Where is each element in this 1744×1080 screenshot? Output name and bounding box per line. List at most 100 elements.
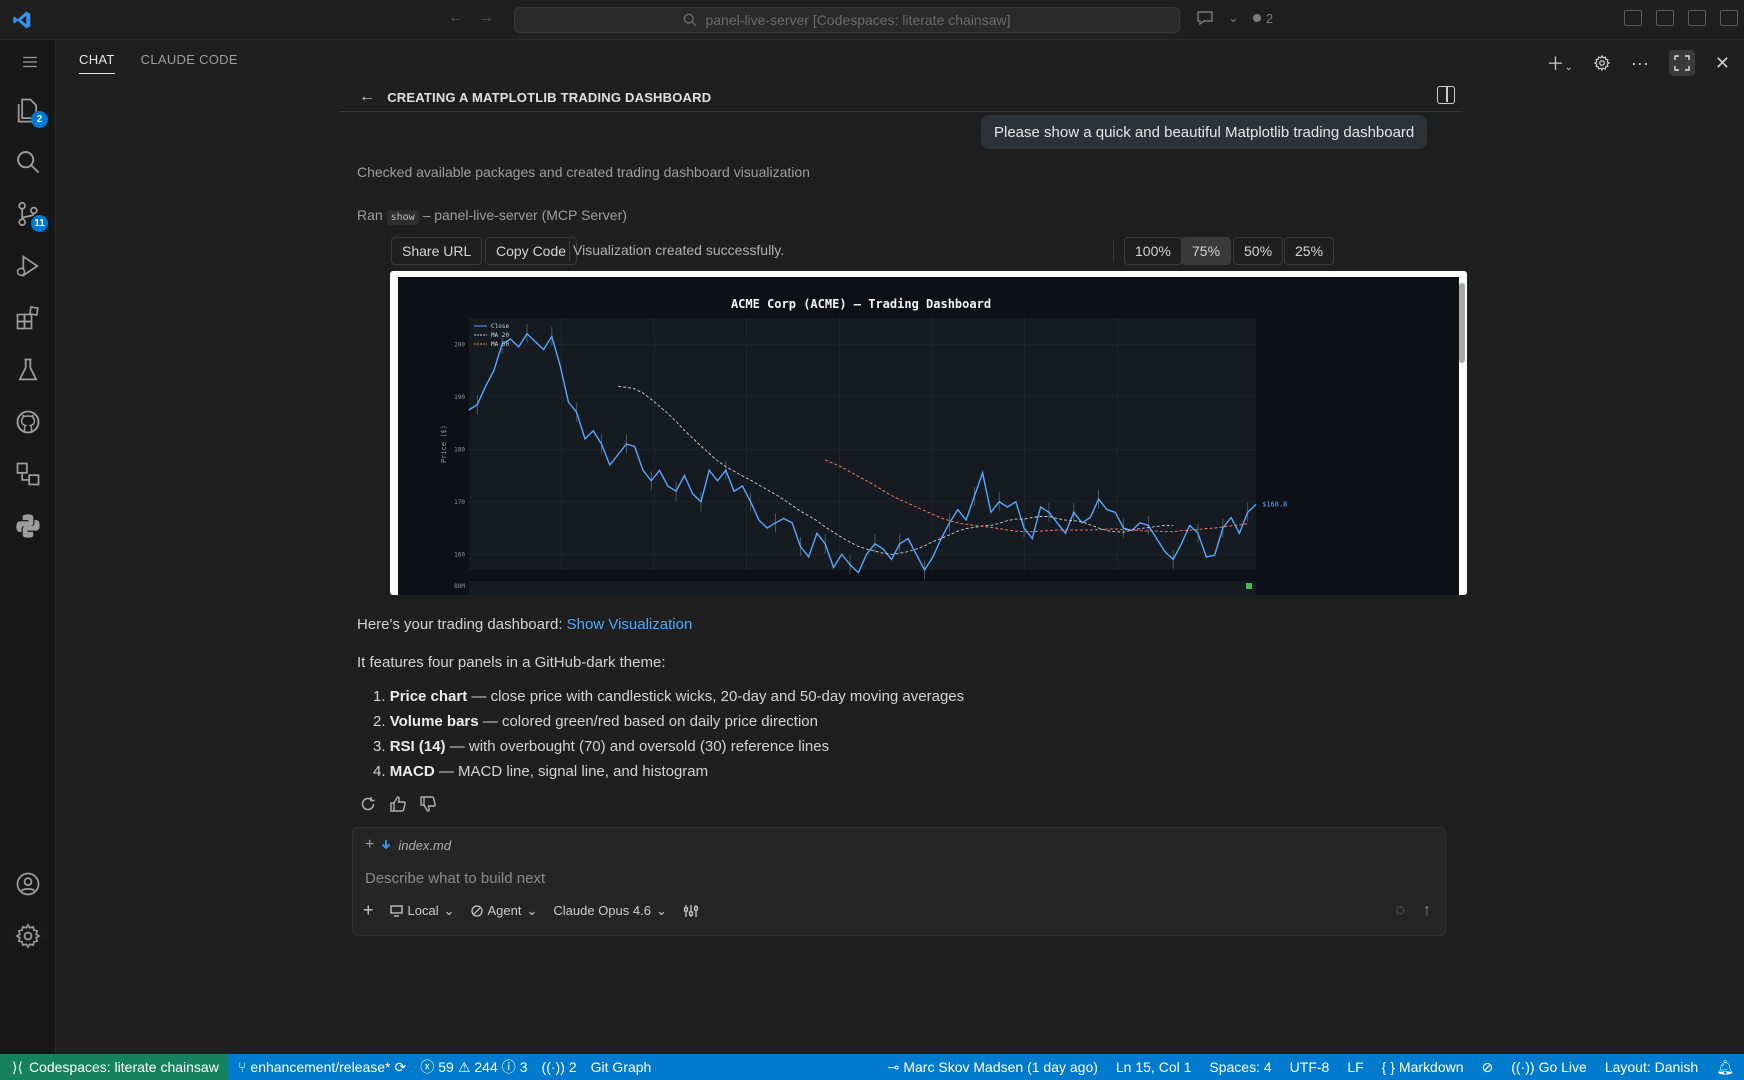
blame-item[interactable]: ⊸ Marc Skov Madsen (1 day ago) — [888, 1059, 1098, 1076]
list-number: 1. — [373, 688, 386, 705]
keyboard-layout[interactable]: Layout: Danish — [1605, 1059, 1698, 1075]
maximize-icon[interactable] — [1668, 50, 1695, 76]
retry-icon[interactable] — [359, 795, 377, 813]
thumbs-down-icon[interactable] — [419, 795, 437, 813]
zoom-100-button[interactable]: 100% — [1124, 237, 1182, 265]
chat-status[interactable]: 2 — [1252, 11, 1273, 26]
toggle-panel-icon[interactable] — [1688, 10, 1706, 26]
add-context-plus-icon[interactable]: + — [365, 836, 374, 854]
error-icon: ⓧ — [420, 1059, 435, 1075]
customize-layout-icon[interactable] — [1624, 10, 1642, 26]
branch-item[interactable]: ⑂ enhancement/release* ⟳ — [238, 1059, 406, 1076]
activity-bar: 2 11 — [0, 40, 56, 1054]
location-picker[interactable]: Local ⌄ — [389, 903, 455, 919]
model-picker[interactable]: Claude Opus 4.6 ⌄ — [553, 903, 666, 919]
send-arrow-icon[interactable]: ↑ — [1423, 902, 1431, 920]
explorer-icon[interactable]: 2 — [12, 94, 48, 128]
chevron-down-icon: ⌄ — [526, 902, 538, 918]
user-message-text: Please show a quick and beautiful Matplo… — [994, 123, 1415, 141]
python-icon[interactable] — [12, 510, 44, 542]
close-icon[interactable]: ✕ — [1715, 53, 1730, 74]
plot-area — [469, 318, 1256, 570]
back-arrow-icon[interactable]: ← — [448, 9, 464, 27]
toggle-primary-sidebar-icon[interactable] — [1656, 10, 1674, 26]
problems-item[interactable]: ⓧ 59 ⚠ 244 ⓘ 3 — [420, 1057, 527, 1077]
tool-run-step[interactable]: Ran show – panel-live-server (MCP Server… — [357, 207, 627, 225]
attachment-name[interactable]: index.md — [398, 838, 451, 853]
visualization-frame[interactable]: ACME Corp (ACME) — Trading Dashboard 200 1… — [390, 271, 1467, 595]
status-right: ⊸ Marc Skov Madsen (1 day ago) Ln 15, Col… — [888, 1054, 1734, 1080]
info-icon: ⓘ — [501, 1059, 516, 1075]
go-live-item[interactable]: ((·)) Go Live — [1511, 1059, 1587, 1075]
warning-icon: ⚠ — [457, 1058, 471, 1075]
warnings-count: 244 — [474, 1059, 498, 1075]
toggle-secondary-sidebar-icon[interactable] — [1720, 10, 1738, 26]
scrollbar-thumb[interactable] — [1459, 283, 1465, 363]
more-ellipsis-icon[interactable]: ··· — [1631, 53, 1649, 74]
chevron-down-icon[interactable]: ⌄ — [1228, 10, 1239, 26]
zoom-75-button[interactable]: 75% — [1181, 237, 1232, 265]
tab-chat[interactable]: CHAT — [79, 52, 115, 74]
git-graph-item[interactable]: Git Graph — [591, 1059, 652, 1075]
tab-claude-code[interactable]: CLAUDE CODE — [141, 52, 238, 74]
conversation-title-group: ← CREATING A MATPLOTLIB TRADING DASHBOAR… — [359, 88, 711, 106]
toolbar-divider — [569, 241, 570, 261]
trading-chart: ACME Corp (ACME) — Trading Dashboard 200 1… — [440, 297, 1287, 595]
zoom-25-button[interactable]: 25% — [1284, 237, 1335, 265]
testing-flask-icon[interactable] — [12, 354, 44, 386]
panel-tabs: CHAT CLAUDE CODE — [79, 52, 238, 74]
remote-explorer-icon[interactable] — [12, 458, 44, 490]
ports-item[interactable]: ((·)) 2 — [542, 1059, 577, 1075]
feedback-actions — [359, 795, 437, 813]
indentation[interactable]: Spaces: 4 — [1209, 1059, 1271, 1075]
mode-picker[interactable]: Agent ⌄ — [470, 902, 538, 919]
title-right-group: ⌄ 2 — [1196, 10, 1273, 26]
end-of-line[interactable]: LF — [1347, 1059, 1363, 1075]
back-arrow-icon[interactable]: ← — [359, 88, 375, 106]
settings-gear-icon[interactable] — [1593, 54, 1611, 72]
remote-indicator[interactable]: ⟩⟨ Codespaces: literate chainsaw — [0, 1054, 228, 1080]
language-mode[interactable]: { } Markdown — [1382, 1059, 1464, 1075]
copy-code-button[interactable]: Copy Code — [485, 237, 578, 265]
search-icon[interactable] — [12, 146, 44, 178]
notifications-bell-icon[interactable]: 🔔︎ — [1716, 1059, 1734, 1076]
encoding[interactable]: UTF-8 — [1290, 1059, 1330, 1075]
accounts-icon[interactable] — [12, 868, 44, 900]
zoom-50-button[interactable]: 50% — [1233, 237, 1284, 265]
chat-icon[interactable] — [1196, 10, 1214, 26]
frame-scrollbar[interactable] — [1459, 277, 1465, 593]
menu-icon[interactable] — [14, 46, 46, 78]
chat-input-box[interactable]: + index.md Describe what to build next +… — [352, 827, 1446, 936]
show-visualization-link[interactable]: Show Visualization — [567, 616, 693, 633]
list-item-title: Volume bars — [389, 713, 479, 730]
status-bar: ⟩⟨ Codespaces: literate chainsaw ⑂ enhanc… — [0, 1054, 1744, 1080]
legend-label: MA 50 — [491, 341, 509, 348]
settings-gear-icon[interactable] — [12, 920, 44, 952]
forward-arrow-icon[interactable]: → — [478, 9, 494, 27]
extensions-icon[interactable] — [12, 302, 44, 334]
cursor-position[interactable]: Ln 15, Col 1 — [1116, 1059, 1192, 1075]
run-debug-icon[interactable] — [12, 250, 44, 282]
vscode-logo-icon — [13, 11, 31, 29]
conversation-title: CREATING A MATPLOTLIB TRADING DASHBOARD — [387, 89, 712, 105]
share-url-button[interactable]: Share URL — [391, 237, 483, 265]
add-plus-icon[interactable]: + — [363, 900, 374, 921]
github-icon[interactable] — [12, 406, 44, 438]
go-live-label: Go Live — [1538, 1059, 1587, 1075]
thumbs-up-icon[interactable] — [389, 795, 407, 813]
command-center[interactable]: panel-live-server [Codespaces: literate … — [514, 7, 1180, 33]
copilot-icon[interactable]: ⊘ — [1482, 1059, 1494, 1076]
new-chat-plus-icon[interactable]: ＋⌄ — [1547, 50, 1573, 76]
y-tick-label: 160 — [454, 551, 465, 558]
split-view-icon[interactable] — [1437, 86, 1455, 104]
tools-icon[interactable] — [683, 903, 699, 919]
source-control-icon[interactable]: 11 — [12, 198, 48, 232]
list-item: 2. Volume bars — colored green/red based… — [373, 713, 964, 730]
search-icon — [684, 13, 697, 27]
remote-icon: ⟩⟨ — [12, 1058, 23, 1075]
loading-spinner-icon: ◌ — [1395, 902, 1405, 919]
answer-intro: Here's your trading dashboard: Show Visu… — [357, 616, 692, 633]
progress-step[interactable]: Checked available packages and created t… — [357, 164, 810, 180]
chat-input-field[interactable]: Describe what to build next — [365, 870, 545, 887]
nav-arrows: ← → — [448, 9, 494, 27]
